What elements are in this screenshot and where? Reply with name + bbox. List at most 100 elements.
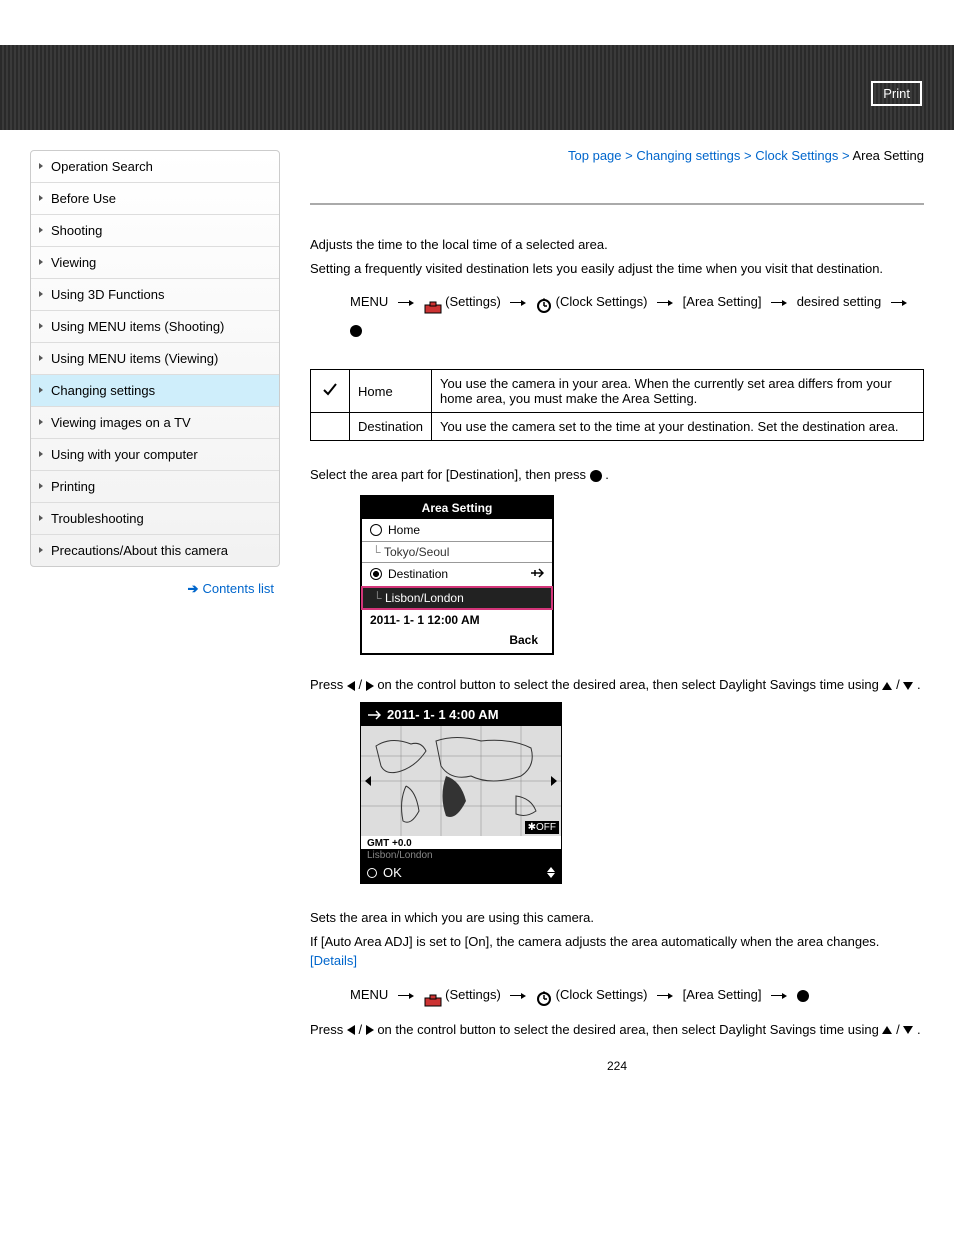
ss2-top-bar: 2011- 1- 1 4:00 AM xyxy=(361,703,561,726)
arrow-icon xyxy=(771,288,787,317)
settings-icon xyxy=(424,989,442,1003)
ss1-dest-row: Destination xyxy=(362,563,552,587)
nav-area: [Area Setting] xyxy=(683,987,762,1002)
instruction-2: Press / on the control button to select … xyxy=(310,675,924,695)
breadcrumb-top[interactable]: Top page xyxy=(568,148,622,163)
main-content: Top page > Changing settings > Clock Set… xyxy=(280,130,924,1093)
details-link[interactable]: [Details] xyxy=(310,953,357,968)
map-screenshot: 2011- 1- 1 4:00 AM xyxy=(360,702,562,884)
option-name: Destination xyxy=(350,413,432,441)
ss2-ok-label: OK xyxy=(383,865,402,880)
ss2-city: Lisbon/London xyxy=(361,849,561,862)
select-dot-icon xyxy=(367,868,377,878)
nav-area: [Area Setting] xyxy=(683,294,762,309)
intro-p1: Adjusts the time to the local time of a … xyxy=(310,235,924,255)
ss1-home-label: Home xyxy=(388,523,420,537)
arrow-icon xyxy=(510,288,526,317)
radio-empty-icon xyxy=(370,524,382,536)
ss2-gmt: GMT +0.0 xyxy=(361,836,561,849)
nav-menu: MENU xyxy=(350,987,388,1002)
nav-clock: (Clock Settings) xyxy=(556,294,648,309)
arrow-icon xyxy=(398,288,414,317)
nav-menu: MENU xyxy=(350,294,388,309)
radio-filled-icon xyxy=(370,568,382,580)
instr-text: on the control button to select the desi… xyxy=(377,677,882,692)
settings-icon xyxy=(424,296,442,310)
sidebar-item-computer[interactable]: Using with your computer xyxy=(31,439,279,471)
table-row: Home You use the camera in your area. Wh… xyxy=(311,370,924,413)
instr-text: / xyxy=(358,677,365,692)
contents-list-label: Contents list xyxy=(202,581,274,596)
option-desc: You use the camera in your area. When th… xyxy=(432,370,924,413)
sidebar-item-printing[interactable]: Printing xyxy=(31,471,279,503)
ss1-title: Area Setting xyxy=(362,497,552,519)
breadcrumb-changing[interactable]: Changing settings xyxy=(636,148,740,163)
instr-text: / xyxy=(358,1022,365,1037)
arrow-icon xyxy=(657,981,673,1010)
arrow-icon xyxy=(510,981,526,1010)
ss1-home-city: Tokyo/Seoul xyxy=(362,542,552,563)
up-down-icon xyxy=(547,867,555,878)
contents-list-link[interactable]: ➔Contents list xyxy=(30,581,274,597)
nav-desired: desired setting xyxy=(797,294,882,309)
sidebar-item-menu-shooting[interactable]: Using MENU items (Shooting) xyxy=(31,311,279,343)
sidebar-item-before-use[interactable]: Before Use xyxy=(31,183,279,215)
triangle-up-icon xyxy=(882,1026,892,1034)
sidebar-item-changing-settings[interactable]: Changing settings xyxy=(31,375,279,407)
triangle-right-icon xyxy=(366,681,374,691)
instruction-1: Select the area part for [Destination], … xyxy=(310,465,924,485)
sidebar-item-shooting[interactable]: Shooting xyxy=(31,215,279,247)
ss1-date: 2011- 1- 1 12:00 AM xyxy=(362,609,552,631)
instr-text: Select the area part for [Destination], … xyxy=(310,467,590,482)
nav-clock: (Clock Settings) xyxy=(556,987,648,1002)
sidebar-item-menu-viewing[interactable]: Using MENU items (Viewing) xyxy=(31,343,279,375)
instr-text: . xyxy=(605,467,609,482)
breadcrumb-clock[interactable]: Clock Settings xyxy=(755,148,838,163)
select-dot-icon xyxy=(797,990,809,1002)
arrow-icon xyxy=(657,288,673,317)
triangle-right-icon xyxy=(366,1025,374,1035)
header-bar: Print xyxy=(0,45,954,130)
nav-settings: (Settings) xyxy=(445,987,501,1002)
sidebar-item-tv[interactable]: Viewing images on a TV xyxy=(31,407,279,439)
sidebar-item-troubleshooting[interactable]: Troubleshooting xyxy=(31,503,279,535)
clock-icon xyxy=(536,295,552,311)
arrow-icon xyxy=(398,981,414,1010)
sidebar-item-operation-search[interactable]: Operation Search xyxy=(31,151,279,183)
breadcrumb-current: Area Setting xyxy=(852,148,924,163)
triangle-down-icon xyxy=(903,1026,913,1034)
clock-icon xyxy=(536,988,552,1004)
dst-off-badge: ✱OFF xyxy=(525,821,559,834)
sidebar: Operation Search Before Use Shooting Vie… xyxy=(30,130,280,1093)
triangle-left-icon xyxy=(347,1025,355,1035)
breadcrumb: Top page > Changing settings > Clock Set… xyxy=(310,148,924,163)
area-setting-screenshot: Area Setting Home Tokyo/Seoul Destinatio… xyxy=(360,495,554,655)
instruction-3: Press / on the control button to select … xyxy=(310,1020,924,1040)
triangle-down-icon xyxy=(903,682,913,690)
instr-text: Press xyxy=(310,677,347,692)
divider xyxy=(310,203,924,205)
table-row: Destination You use the camera set to th… xyxy=(311,413,924,441)
ss1-home-row: Home xyxy=(362,519,552,542)
sidebar-item-precautions[interactable]: Precautions/About this camera xyxy=(31,535,279,566)
sec3-p2: If [Auto Area ADJ] is set to [On], the c… xyxy=(310,932,924,971)
instr-text: / xyxy=(896,677,903,692)
world-map: ✱OFF xyxy=(361,726,561,836)
sidebar-item-viewing[interactable]: Viewing xyxy=(31,247,279,279)
ss2-ok-bar: OK xyxy=(361,862,561,883)
triangle-up-icon xyxy=(882,682,892,690)
menu-path-1: MENU (Settings) (Clock Settings) [Area S… xyxy=(350,288,924,345)
option-name: Home xyxy=(350,370,432,413)
intro-p2: Setting a frequently visited destination… xyxy=(310,259,924,279)
sidebar-item-3d[interactable]: Using 3D Functions xyxy=(31,279,279,311)
instr-text: . xyxy=(917,677,921,692)
print-button[interactable]: Print xyxy=(871,81,922,106)
arrow-icon xyxy=(891,288,907,317)
ss1-dest-city: Lisbon/London xyxy=(361,586,553,610)
plane-icon xyxy=(530,567,544,582)
instr-text: / xyxy=(896,1022,903,1037)
page-number: 224 xyxy=(310,1059,924,1073)
options-table: Home You use the camera in your area. Wh… xyxy=(310,369,924,441)
instr-text: . xyxy=(917,1022,921,1037)
select-dot-icon xyxy=(590,470,602,482)
